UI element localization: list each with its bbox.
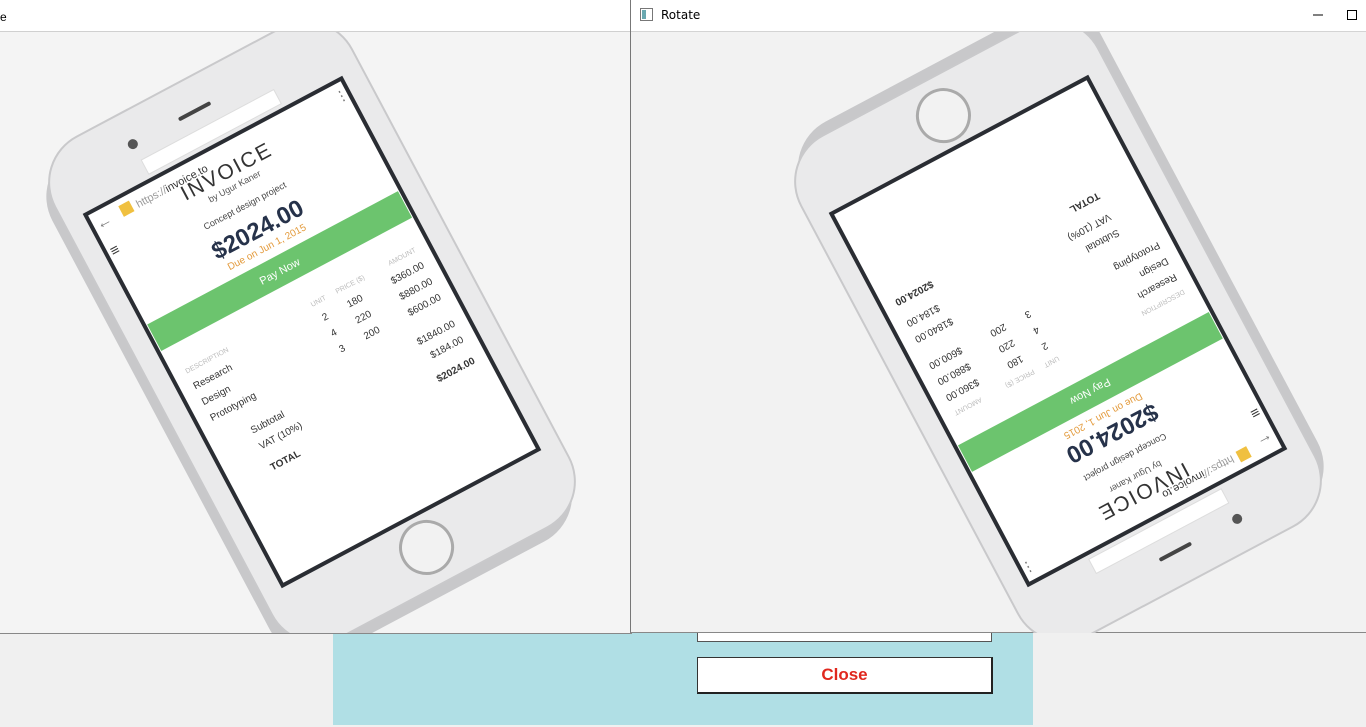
close-button[interactable]: Close bbox=[697, 657, 993, 694]
minimize-button[interactable] bbox=[1303, 4, 1333, 26]
original-image-window: e ← ⋮ https://invoice.to ≡ INVOICE by Ug… bbox=[0, 0, 632, 634]
maximize-button[interactable] bbox=[1337, 4, 1366, 26]
rotate-window: Rotate ← ⋮ https://invoice.to ≡ INVOICE … bbox=[630, 0, 1366, 633]
app-window-icon bbox=[640, 8, 653, 21]
phone-mockup bbox=[46, 32, 576, 633]
maximize-icon bbox=[1347, 10, 1357, 20]
rotated-image-canvas: ← ⋮ https://invoice.to ≡ INVOICE by Ugur… bbox=[794, 32, 1324, 633]
rotated-phone-mockup bbox=[794, 32, 1324, 633]
rotate-window-titlebar: Rotate bbox=[631, 0, 1366, 32]
original-image-canvas: ← ⋮ https://invoice.to ≡ INVOICE by Ugur… bbox=[46, 32, 576, 633]
minimize-icon bbox=[1313, 14, 1323, 16]
left-window-title-edge: e bbox=[0, 10, 7, 24]
window-title: Rotate bbox=[661, 8, 701, 22]
left-window-titlebar: e bbox=[0, 0, 632, 32]
